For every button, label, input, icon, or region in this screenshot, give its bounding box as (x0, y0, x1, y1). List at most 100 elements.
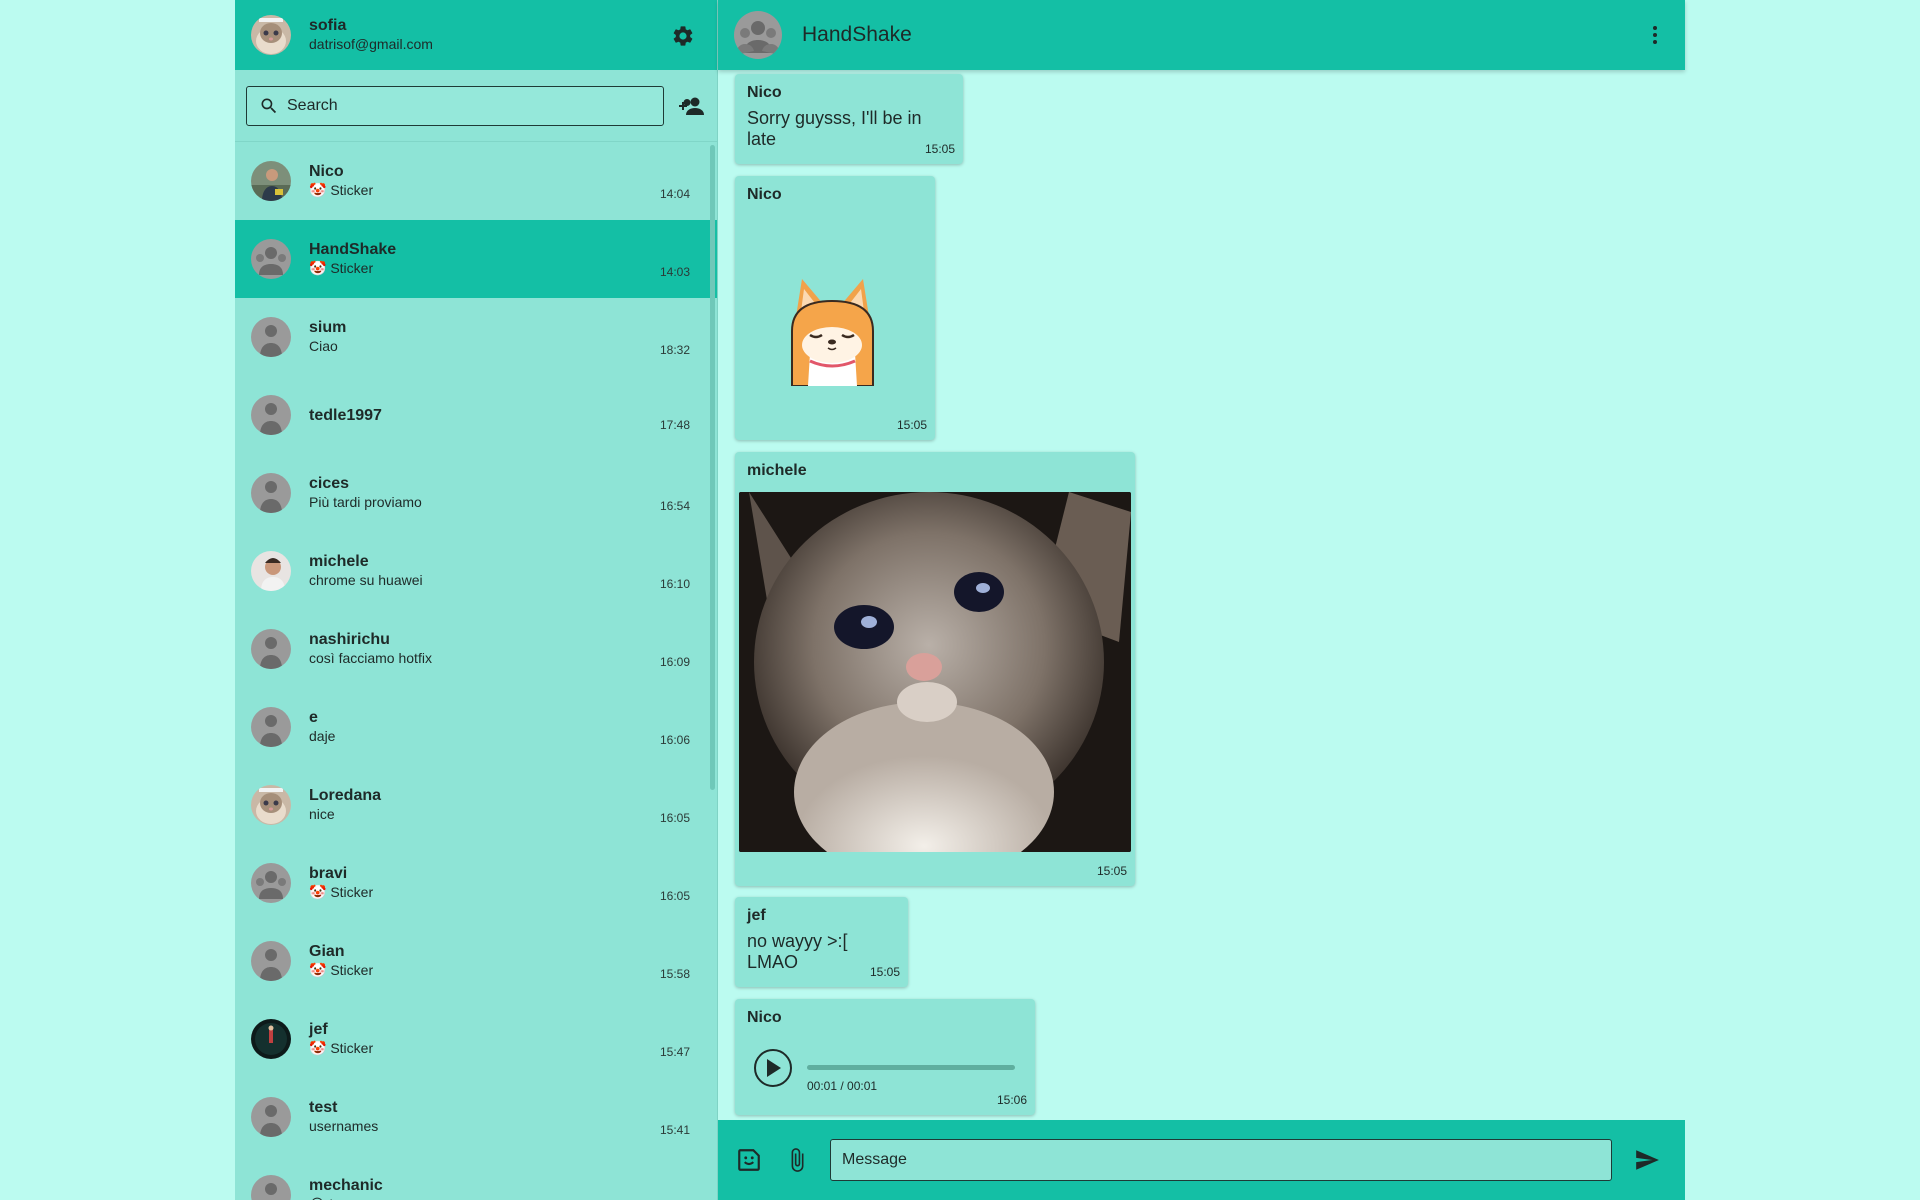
contact-avatar (251, 473, 291, 513)
message-box[interactable] (830, 1139, 1612, 1181)
audio-progress-bar[interactable] (807, 1065, 1015, 1070)
chat-name: test (309, 1099, 338, 1116)
chat-list-item[interactable]: sium Ciao 18:32 (235, 298, 717, 376)
contact-avatar (251, 1097, 291, 1137)
paperclip-icon[interactable] (784, 1147, 810, 1173)
audio-time: 00:01 / 00:01 (807, 1079, 878, 1093)
chat-last-message: daje (309, 728, 336, 744)
chat-panel: HandShake Nico Sorry guysss, I'll be in … (718, 0, 1685, 1200)
contact-avatar (251, 161, 291, 201)
message-sender: Nico (747, 186, 782, 203)
message-time: 15:05 (869, 965, 900, 979)
chat-list-item[interactable]: bravi 🤡 Sticker 16:05 (235, 844, 717, 922)
sidebar: sofia datrisof@gmail.com Search Nico 🤡 S… (235, 0, 718, 1200)
message-text: Sorry guysss, I'll be in late (747, 108, 922, 149)
profile-email: datrisof@gmail.com (309, 36, 433, 52)
chat-list-item[interactable]: michele chrome su huawei 16:10 (235, 532, 717, 610)
message-input[interactable] (842, 1151, 1600, 1169)
chat-last-message: Ciao (309, 338, 338, 354)
chat-list-item[interactable]: mechanic😂 Image15:33 (235, 1156, 717, 1200)
contact-avatar (251, 1019, 291, 1059)
chat-last-message: usernames (309, 1118, 379, 1134)
contact-avatar (251, 941, 291, 981)
message-bubble: Nico 15:05 (735, 176, 935, 440)
chat-name: michele (309, 553, 369, 570)
chat-list-item[interactable]: e daje 16:06 (235, 688, 717, 766)
chat-name: HandShake (309, 241, 397, 258)
search-icon (261, 98, 277, 113)
more-vert-icon[interactable] (1643, 23, 1667, 47)
composer (718, 1120, 1685, 1200)
contact-avatar (251, 707, 291, 747)
chat-last-message: 🤡 Sticker (309, 884, 374, 900)
chat-time: 14:03 (659, 265, 690, 279)
profile-bar: sofia datrisof@gmail.com (235, 0, 717, 70)
chat-name: sium (309, 319, 347, 336)
send-icon[interactable] (1634, 1147, 1660, 1173)
chat-last-message: 🤡 Sticker (309, 1040, 374, 1056)
chat-list-item[interactable]: Loredana nice 16:05 (235, 766, 717, 844)
message-sender: jef (747, 907, 766, 924)
chat-list-item[interactable]: test usernames 15:41 (235, 1078, 717, 1156)
add-contact-icon[interactable] (678, 94, 706, 118)
contact-avatar (251, 317, 291, 357)
chat-time: 16:10 (659, 577, 690, 591)
shiba-sticker[interactable] (780, 271, 885, 386)
contact-avatar (251, 863, 291, 903)
chat-name: tedle1997 (309, 406, 382, 424)
chat-app: sofia datrisof@gmail.com Search Nico 🤡 S… (235, 0, 1685, 1200)
profile-name: sofia (309, 17, 347, 34)
crying-cat-image[interactable] (739, 492, 1131, 852)
chat-time: 16:54 (659, 499, 690, 513)
chat-time: 15:58 (659, 967, 690, 981)
message-bubble: Nico Sorry guysss, I'll be in late 15:05 (735, 74, 963, 164)
chat-time: 17:48 (659, 418, 690, 432)
chat-last-message: chrome su huawei (309, 572, 423, 588)
chat-name: nashirichu (309, 631, 390, 648)
gear-icon[interactable] (671, 24, 695, 48)
contact-avatar (251, 785, 291, 825)
message-time: 15:05 (1096, 864, 1127, 878)
chat-list-scrollbar[interactable] (710, 145, 715, 790)
chat-time: 15:47 (659, 1045, 690, 1059)
contact-avatar (251, 629, 291, 669)
chat-list-item[interactable]: nashirichu così facciamo hotfix 16:09 (235, 610, 717, 688)
message-sender: Nico (747, 1009, 782, 1026)
chat-list-item[interactable]: Nico 🤡 Sticker 14:04 (235, 142, 717, 220)
message-time: 15:06 (996, 1093, 1027, 1107)
message-time: 15:05 (924, 142, 955, 156)
chat-time: 16:06 (659, 733, 690, 747)
message-bubble: michele 15:05 (735, 452, 1135, 886)
profile-avatar[interactable] (251, 15, 291, 55)
chat-last-message: 🤡 Sticker (309, 962, 374, 978)
contact-avatar (251, 239, 291, 279)
chat-list-item[interactable]: tedle1997 17:48 (235, 376, 717, 454)
contact-avatar (251, 395, 291, 435)
message-time: 15:05 (896, 418, 927, 432)
search-input[interactable] (287, 96, 647, 115)
sticker-icon[interactable] (736, 1147, 762, 1173)
chat-last-message: 🤡 Sticker (309, 260, 374, 276)
chat-last-message: Più tardi proviamo (309, 494, 422, 510)
chat-title: HandShake (802, 23, 912, 46)
chat-name: cices (309, 475, 350, 492)
chat-time: 16:09 (659, 655, 690, 669)
chat-list-item[interactable]: HandShake 🤡 Sticker 14:03 (235, 220, 717, 298)
chat-time: 16:05 (659, 889, 690, 903)
chat-list-item[interactable]: cices Più tardi proviamo 16:54 (235, 454, 717, 532)
chat-list-item[interactable]: Gian 🤡 Sticker 15:58 (235, 922, 717, 1000)
message-bubble: jef no wayyy >:[ LMAO 15:05 (735, 897, 908, 987)
chat-name: bravi (309, 865, 348, 882)
play-icon[interactable] (754, 1049, 792, 1087)
group-avatar[interactable] (734, 11, 782, 59)
message-list: Nico Sorry guysss, I'll be in late 15:05… (718, 70, 1685, 1120)
chat-name: e (309, 709, 318, 726)
search-box[interactable] (246, 85, 664, 126)
chat-last-message: così facciamo hotfix (309, 650, 432, 666)
chat-time: 16:05 (659, 811, 690, 825)
chat-time: 14:04 (659, 187, 690, 201)
chat-name: Loredana (309, 787, 382, 804)
message-bubble: Nico 00:01 / 00:01 15:06 (735, 999, 1035, 1115)
chat-list-item[interactable]: jef 🤡 Sticker 15:47 (235, 1000, 717, 1078)
chat-name: jef (309, 1021, 328, 1038)
